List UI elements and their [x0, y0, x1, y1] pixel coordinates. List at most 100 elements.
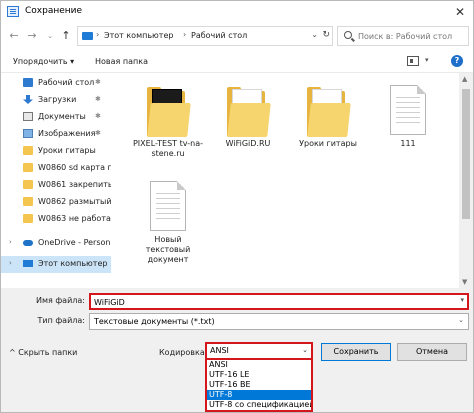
- refresh-icon[interactable]: ↻: [322, 30, 330, 40]
- text-document-icon: [383, 81, 433, 139]
- scrollbar-thumb[interactable]: [462, 89, 470, 219]
- sidebar-item-label: W0860 sd карта п: [38, 163, 111, 172]
- sidebar-item-label: W0861 закрепить: [38, 180, 111, 189]
- expand-chevron-icon[interactable]: ›: [9, 238, 12, 246]
- computer-icon: [23, 260, 33, 267]
- breadcrumb-separator: ›: [183, 30, 187, 39]
- sidebar-item-pictures[interactable]: Изображения ✱: [1, 126, 111, 143]
- file-item-111[interactable]: 111: [371, 81, 445, 149]
- file-item-pixel-test[interactable]: PIXEL-TEST tv-na-stene.ru: [131, 81, 205, 159]
- up-button[interactable]: ↑: [59, 28, 73, 44]
- documents-icon: [23, 112, 33, 121]
- folder-icon: [223, 81, 273, 139]
- file-name: 111: [400, 139, 416, 148]
- organize-button[interactable]: Упорядочить ▾: [13, 57, 74, 66]
- file-name: PIXEL-TEST tv-na-stene.ru: [132, 139, 204, 158]
- search-input[interactable]: [358, 30, 466, 43]
- expand-chevron-icon[interactable]: ›: [9, 259, 12, 267]
- search-box[interactable]: [337, 26, 469, 46]
- filename-label: Имя файла:: [35, 296, 85, 305]
- navigation-bar: ← → ⌄ ↑ › Этот компьютер › Рабочий стол …: [1, 23, 473, 49]
- desktop-icon: [23, 78, 33, 87]
- filetype-label: Тип файла:: [37, 316, 85, 325]
- encoding-option-utf8[interactable]: UTF-8: [207, 390, 311, 400]
- sidebar-item-desktop[interactable]: Рабочий стол ✱: [1, 75, 111, 92]
- navigation-pane: Рабочий стол ✱ Загрузки ✱ Документы ✱ Из…: [1, 73, 111, 288]
- sidebar-item-w0862[interactable]: W0862 размытый: [1, 194, 111, 211]
- new-folder-button[interactable]: Новая папка: [95, 57, 148, 66]
- pin-icon: ✱: [95, 78, 101, 86]
- encoding-option-ansi[interactable]: ANSI: [207, 360, 311, 370]
- download-icon: [23, 95, 33, 104]
- close-button[interactable]: ✕: [451, 4, 469, 20]
- filetype-select[interactable]: Текстовые документы (*.txt) ⌄: [89, 313, 469, 330]
- search-icon: [344, 31, 352, 39]
- address-bar[interactable]: › Этот компьютер › Рабочий стол ⌄ ↻: [77, 26, 333, 46]
- pin-icon: ✱: [95, 112, 101, 120]
- command-toolbar: Упорядочить ▾ Новая папка ▾ ?: [1, 51, 473, 73]
- breadcrumb-computer[interactable]: Этот компьютер: [104, 31, 173, 40]
- back-button[interactable]: ←: [7, 28, 21, 44]
- filetype-value: Текстовые документы (*.txt): [94, 317, 215, 326]
- sidebar-item-onedrive[interactable]: › OneDrive - Persona: [1, 235, 111, 252]
- sidebar-item-label: Рабочий стол: [38, 78, 95, 87]
- encoding-option-utf16le[interactable]: UTF-16 LE: [207, 370, 311, 380]
- sidebar-item-this-pc[interactable]: › Этот компьютер: [1, 256, 111, 273]
- view-options-icon[interactable]: [407, 56, 419, 66]
- chevron-down-icon[interactable]: ▾: [460, 296, 464, 304]
- sidebar-item-label: Изображения: [38, 129, 96, 138]
- window-title: Сохранение: [25, 6, 83, 16]
- view-dropdown-icon[interactable]: ▾: [425, 56, 429, 64]
- pictures-icon: [23, 129, 33, 138]
- filename-field[interactable]: ▾: [89, 293, 469, 310]
- sidebar-item-documents[interactable]: Документы ✱: [1, 109, 111, 126]
- sidebar-item-label: Загрузки: [38, 95, 77, 104]
- encoding-option-utf8-bom[interactable]: UTF-8 со спецификацией: [207, 400, 311, 410]
- recent-locations-button[interactable]: ⌄: [43, 28, 57, 44]
- sidebar-item-label: W0863 не работа: [38, 214, 111, 223]
- sidebar-item-w0863[interactable]: W0863 не работа: [1, 211, 111, 228]
- hide-folders-button[interactable]: ^ Скрыть папки: [9, 348, 77, 357]
- file-list: PIXEL-TEST tv-na-stene.ru WiFiGiD.RU Уро…: [117, 73, 451, 288]
- sidebar-item-w0861[interactable]: W0861 закрепить: [1, 177, 111, 194]
- save-options-panel: Имя файла: ▾ Тип файла: Текстовые докуме…: [1, 288, 473, 412]
- encoding-label: Кодировка:: [159, 348, 208, 357]
- file-name: WiFiGiD.RU: [225, 139, 271, 148]
- file-item-wifigid[interactable]: WiFiGiD.RU: [211, 81, 285, 149]
- sidebar-item-label: W0862 размытый: [38, 197, 111, 206]
- forward-button[interactable]: →: [25, 28, 39, 44]
- scroll-up-icon[interactable]: ▲: [462, 75, 467, 83]
- cancel-button[interactable]: Отмена: [397, 343, 467, 361]
- title-bar: Сохранение ✕: [1, 1, 473, 23]
- computer-icon: [82, 32, 93, 40]
- file-item-guitar-lessons[interactable]: Уроки гитары: [291, 81, 365, 149]
- encoding-option-utf16be[interactable]: UTF-16 BE: [207, 380, 311, 390]
- filename-input[interactable]: [94, 296, 444, 308]
- pin-icon: ✱: [95, 129, 101, 137]
- file-name: Уроки гитары: [299, 139, 357, 148]
- help-icon[interactable]: ?: [451, 55, 463, 67]
- sidebar-item-guitar-lessons[interactable]: Уроки гитары: [1, 143, 111, 160]
- file-item-new-text-document[interactable]: Новый текстовый документ: [131, 177, 205, 265]
- cloud-icon: [23, 240, 33, 246]
- breadcrumb-desktop[interactable]: Рабочий стол: [191, 31, 247, 40]
- sidebar-item-label: Документы: [38, 112, 86, 121]
- encoding-dropdown-list: ANSI UTF-16 LE UTF-16 BE UTF-8 UTF-8 со …: [205, 358, 313, 412]
- scroll-down-icon[interactable]: ▼: [462, 278, 467, 286]
- file-name: Новый текстовый документ: [145, 235, 191, 264]
- address-dropdown-icon[interactable]: ⌄: [311, 30, 318, 39]
- sidebar-item-label: Уроки гитары: [38, 146, 96, 155]
- folder-icon: [23, 197, 33, 206]
- sidebar-item-downloads[interactable]: Загрузки ✱: [1, 92, 111, 109]
- file-list-scrollbar[interactable]: ▲ ▼: [459, 73, 473, 288]
- save-button[interactable]: Сохранить: [321, 343, 391, 361]
- sidebar-item-w0860[interactable]: W0860 sd карта п: [1, 160, 111, 177]
- text-document-icon: [143, 177, 193, 235]
- chevron-down-icon: ⌄: [302, 346, 308, 354]
- breadcrumb-separator: ›: [96, 30, 100, 39]
- sidebar-item-label: OneDrive - Persona: [38, 238, 111, 247]
- pin-icon: ✱: [95, 95, 101, 103]
- save-dialog: Сохранение ✕ ← → ⌄ ↑ › Этот компьютер › …: [0, 0, 474, 413]
- chevron-down-icon: ⌄: [458, 316, 464, 324]
- folder-icon: [143, 81, 193, 139]
